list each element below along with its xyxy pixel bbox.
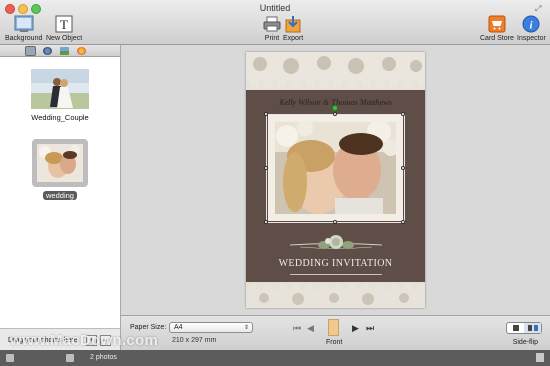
globe-icon[interactable] (43, 46, 52, 55)
sideflip-label: Side-flip (512, 339, 538, 346)
resize-handle[interactable] (264, 220, 268, 224)
resize-handle[interactable] (401, 220, 405, 224)
page-label: Front (326, 339, 343, 346)
paper-size-select[interactable]: A4 ⇕ (169, 322, 253, 333)
store-cart-icon (487, 14, 507, 34)
photo-sidebar: Wedding_Couple wedding Drag your photos … (0, 45, 121, 350)
photo-name: Wedding_Couple (31, 113, 89, 122)
chevron-updown-icon: ⇕ (243, 325, 249, 331)
background-button-label: Background (5, 35, 43, 42)
photo-count: 2 photos (90, 354, 117, 361)
info-icon: i (521, 14, 541, 34)
lace-border-top (246, 52, 425, 90)
printer-icon (262, 14, 282, 34)
flower-icon[interactable] (77, 46, 86, 55)
single-page-icon[interactable] (507, 323, 524, 333)
resize-handle[interactable] (401, 166, 405, 170)
selection-highlight (32, 139, 88, 187)
inspector-button[interactable]: i Inspector (517, 14, 546, 42)
selection-outline (266, 114, 405, 223)
resize-handle[interactable] (333, 112, 337, 116)
photo-thumbnail[interactable] (31, 69, 89, 109)
next-page-icon[interactable]: ▶ (352, 323, 359, 333)
watermark-text: www.MacDown.com (10, 332, 159, 349)
image-icon[interactable] (60, 46, 69, 55)
paper-size-label: Paper Size: (130, 324, 167, 331)
design-canvas[interactable]: Kelly Wilson & Thomas Matthews WEDDING I… (121, 45, 550, 315)
invitation-card[interactable]: Kelly Wilson & Thomas Matthews WEDDING I… (246, 52, 425, 308)
background-button[interactable]: Background (5, 14, 42, 42)
lace-border-bottom (246, 282, 425, 308)
previous-page-icon[interactable]: ◀ (307, 323, 314, 333)
inspector-button-label: Inspector (517, 35, 546, 42)
invitation-title-text[interactable]: WEDDING INVITATION (246, 258, 425, 269)
window-title: Untitled (259, 3, 291, 13)
status-bar: 2 photos (0, 350, 550, 366)
print-button[interactable]: Print (262, 14, 282, 42)
svg-text:T: T (60, 17, 68, 32)
card-store-button-label: Card Store (480, 35, 514, 42)
paper-dimensions: 210 x 297 mm (172, 337, 217, 344)
photo-item-selected[interactable]: wedding (0, 139, 120, 200)
background-icon (14, 14, 34, 34)
print-button-label: Print (264, 35, 280, 42)
fullscreen-icon[interactable]: ⤢ (535, 4, 544, 13)
floral-ornament (289, 232, 383, 254)
new-object-button[interactable]: T New Object (46, 14, 82, 42)
window-toolbar: Untitled ⤢ Background T New Object Print… (0, 0, 550, 45)
photo-count-icon (66, 354, 74, 362)
paper-size-value: A4 (174, 324, 183, 331)
side-flip-icon[interactable] (524, 323, 541, 333)
gear-icon[interactable] (6, 354, 14, 362)
export-button-label: Export (283, 35, 304, 42)
sideflip-toggle[interactable] (506, 322, 542, 334)
resize-handle[interactable] (333, 220, 337, 224)
resize-grip-icon[interactable] (536, 353, 544, 362)
photo-library-icon[interactable] (25, 45, 36, 56)
photo-thumbnail[interactable] (37, 144, 83, 182)
resize-handle[interactable] (401, 112, 405, 116)
last-page-icon[interactable]: ⏭ (366, 323, 374, 333)
page-thumbnail[interactable] (328, 319, 339, 336)
photo-item[interactable]: Wedding_Couple (0, 69, 120, 122)
card-store-button[interactable]: Card Store (480, 14, 514, 42)
photo-name: wedding (43, 191, 77, 200)
export-button[interactable]: Export (283, 14, 303, 42)
page-controls-bar: Paper Size: A4 ⇕ 210 x 297 mm ⏮ ◀ ▶ ⏭ Fr… (121, 315, 550, 350)
title-underline (290, 274, 382, 275)
new-object-button-label: New Object (46, 35, 83, 42)
first-page-icon[interactable]: ⏮ (293, 323, 301, 333)
text-object-icon: T (54, 14, 74, 34)
export-icon (283, 14, 303, 34)
sidebar-tabs (0, 45, 120, 57)
resize-handle[interactable] (264, 166, 268, 170)
rotate-handle[interactable] (332, 105, 338, 111)
resize-handle[interactable] (264, 112, 268, 116)
